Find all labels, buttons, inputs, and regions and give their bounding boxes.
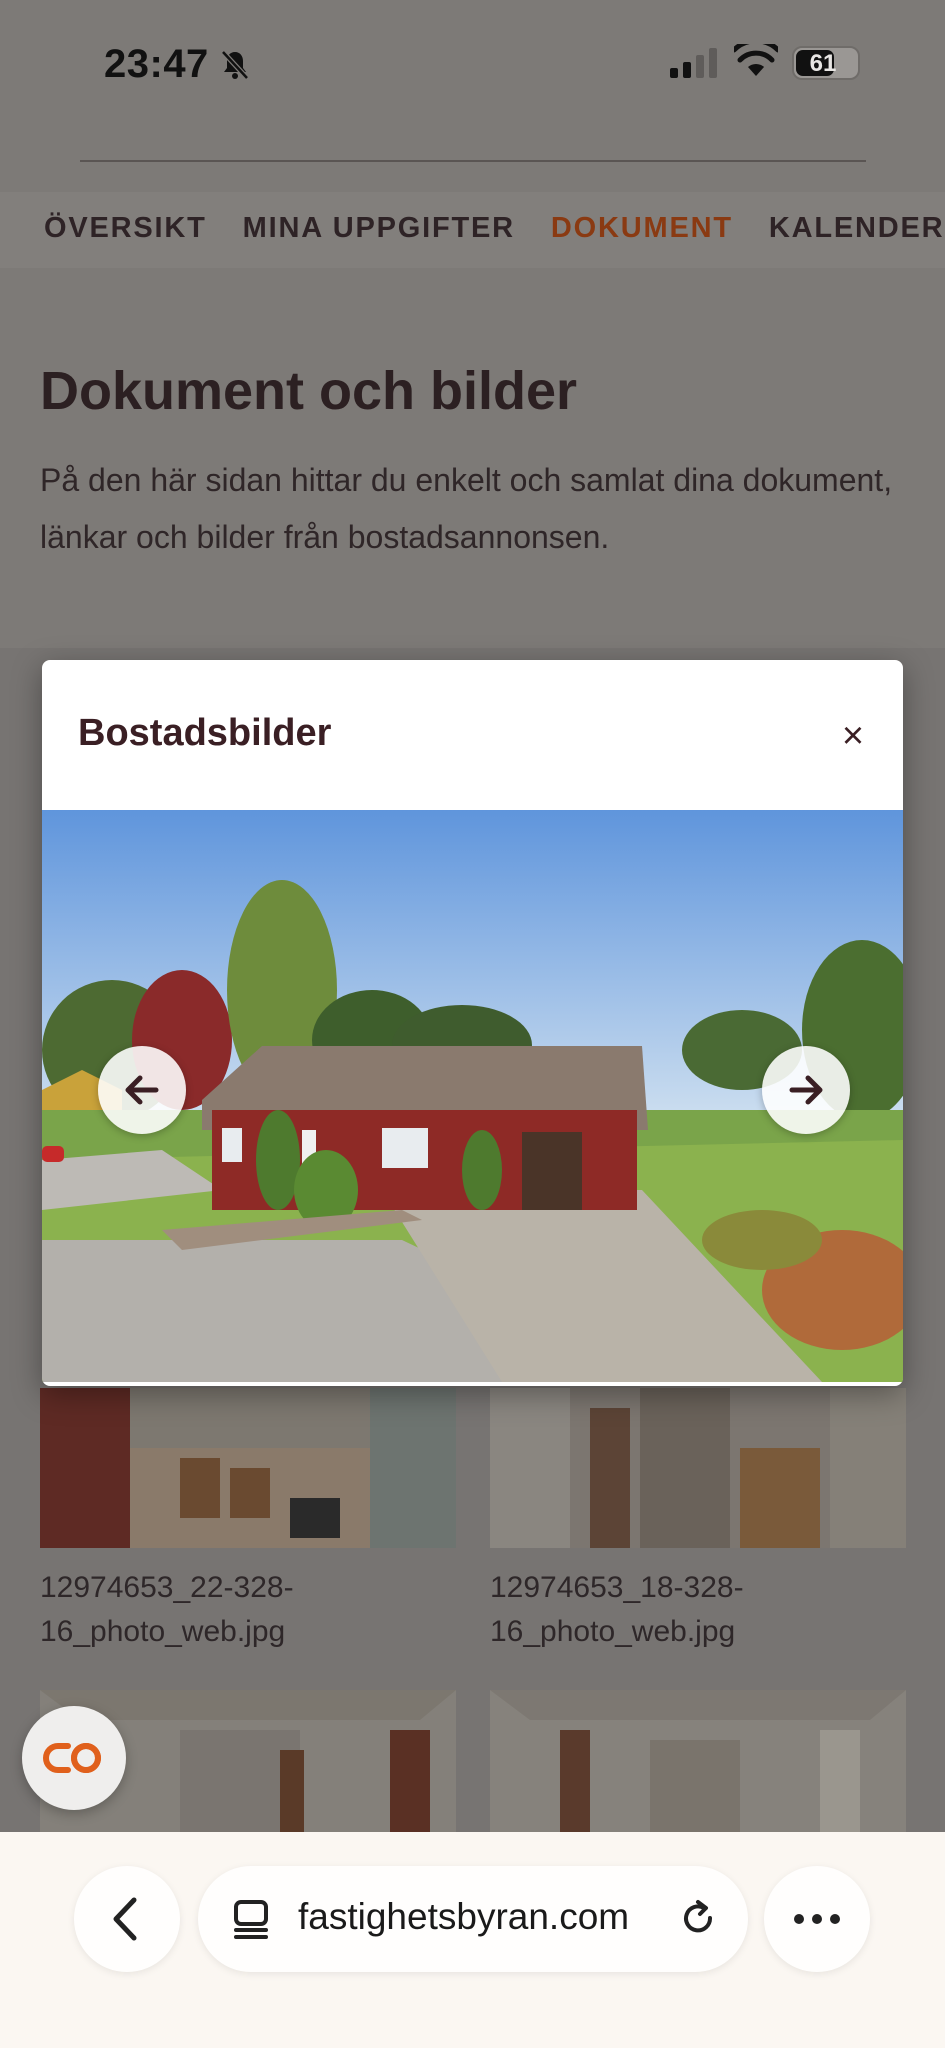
previous-image-button[interactable] [98, 1046, 186, 1134]
chat-logo-icon [43, 1743, 101, 1774]
tab-mina-uppgifter[interactable]: MINA UPPGIFTER [243, 212, 515, 245]
wifi-icon [734, 44, 778, 76]
reload-icon[interactable] [676, 1896, 720, 1940]
address-bar[interactable]: fastighetsbyran.com [198, 1866, 748, 1972]
more-icon [794, 1914, 840, 1924]
status-bar: 23:47 61 [0, 0, 945, 128]
modal-header: Bostadsbilder × [42, 660, 903, 810]
page-title: Dokument och bilder [40, 361, 578, 421]
gallery-thumbnail-hallway[interactable] [490, 1388, 906, 1548]
gallery-caption-1: 12974653_22-328-16_photo_web.jpg [40, 1571, 294, 1648]
tab-oversikt[interactable]: ÖVERSIKT [44, 212, 207, 245]
url-text: fastighetsbyran.com [298, 1896, 630, 1937]
gallery-caption-2: 12974653_18-328-16_photo_web.jpg [490, 1571, 744, 1648]
header-divider [80, 160, 866, 162]
battery-icon: 61 [792, 46, 860, 80]
tab-dokument[interactable]: DOKUMENT [551, 212, 733, 245]
signal-icon [670, 48, 717, 78]
status-time: 23:47 [104, 42, 209, 86]
page-intro: På den här sidan hittar du enkelt och sa… [40, 462, 893, 555]
tab-kalender[interactable]: KALENDER [769, 212, 945, 245]
back-button[interactable] [74, 1866, 180, 1972]
page-icon [234, 1900, 268, 1939]
arrow-left-icon [125, 1075, 159, 1105]
arrow-right-icon [789, 1075, 823, 1105]
chat-fab-button[interactable] [22, 1706, 126, 1810]
modal-title: Bostadsbilder [78, 712, 332, 754]
browser-toolbar: fastighetsbyran.com [0, 1832, 945, 2048]
next-image-button[interactable] [762, 1046, 850, 1134]
image-modal: Bostadsbilder × [42, 660, 903, 1386]
close-icon[interactable]: × [829, 712, 877, 760]
battery-level: 61 [809, 50, 837, 77]
gallery-thumbnail-porch[interactable] [40, 1388, 456, 1548]
bell-muted-icon [221, 50, 249, 80]
section-tabs: ÖVERSIKT MINA UPPGIFTER DOKUMENT KALENDE… [0, 192, 945, 264]
gallery-thumbnail-kitchen[interactable] [490, 1690, 906, 1832]
back-icon [113, 1897, 137, 1941]
more-button[interactable] [764, 1866, 870, 1972]
